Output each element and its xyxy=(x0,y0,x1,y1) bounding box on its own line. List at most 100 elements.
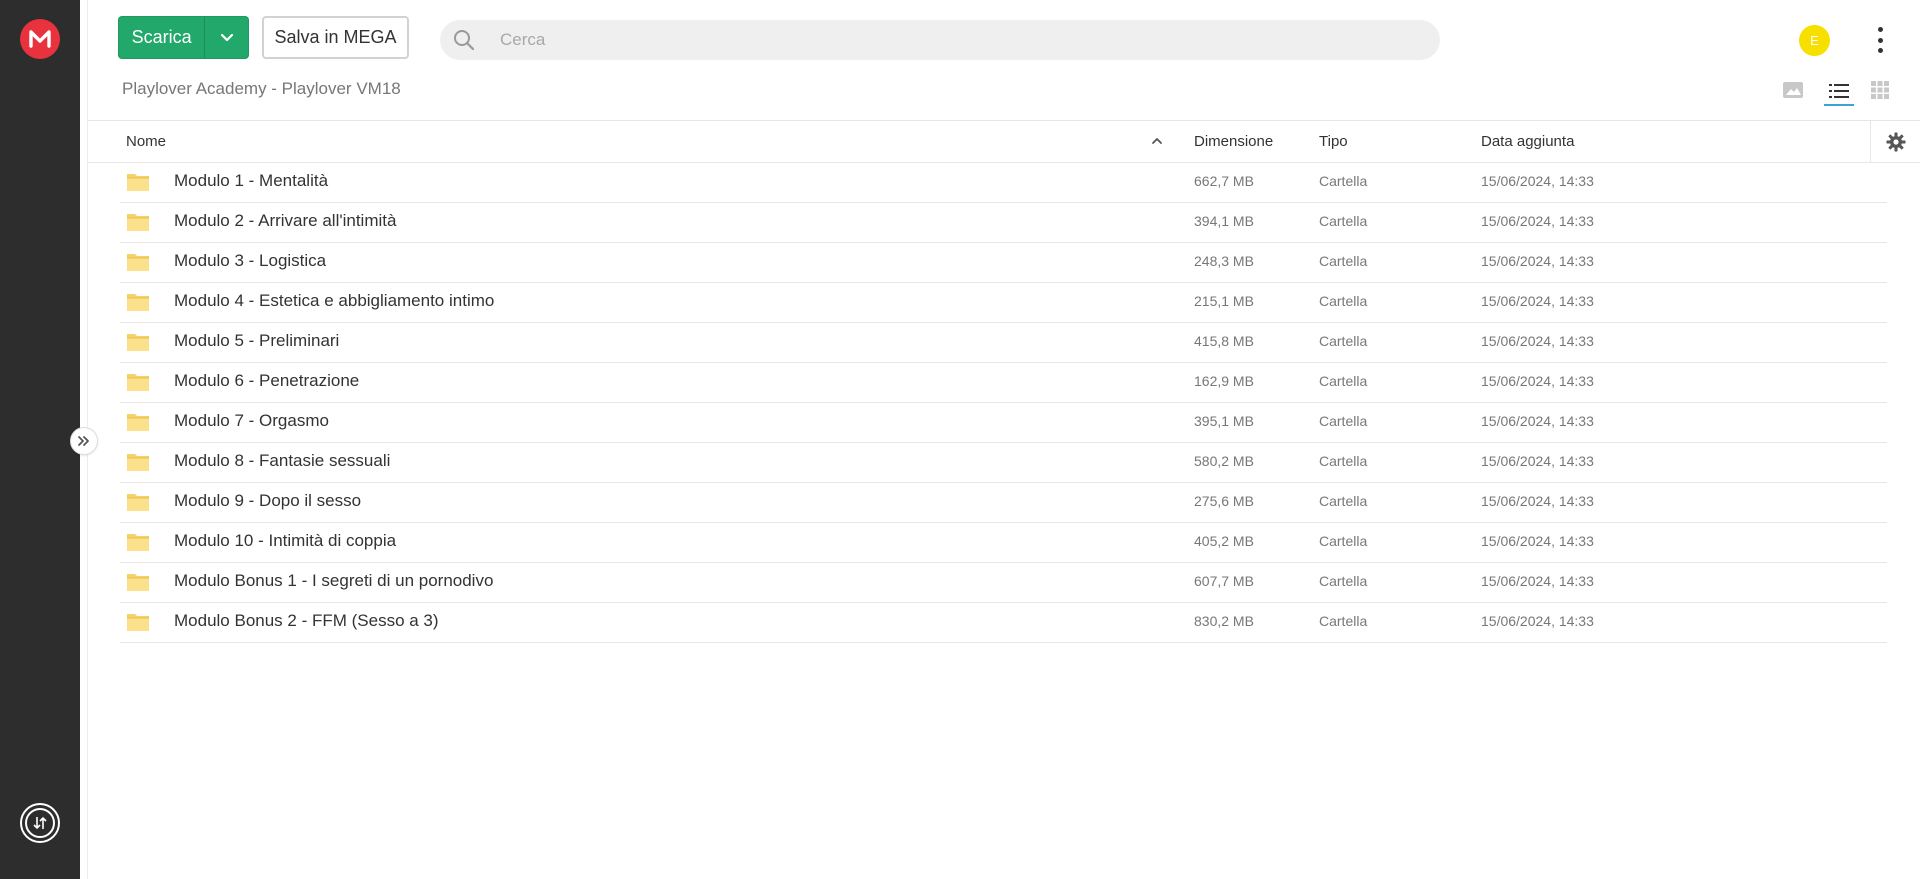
download-button-group: Scarica xyxy=(118,16,249,59)
row-size: 415,8 MB xyxy=(1194,333,1254,349)
row-date: 15/06/2024, 14:33 xyxy=(1481,573,1594,589)
sort-ascending-icon[interactable] xyxy=(1151,136,1163,145)
search-icon xyxy=(454,30,475,51)
table-row[interactable]: Modulo 3 - Logistica 248,3 MB Cartella 1… xyxy=(120,243,1887,283)
folder-icon xyxy=(127,294,149,311)
row-size: 248,3 MB xyxy=(1194,253,1254,269)
row-date: 15/06/2024, 14:33 xyxy=(1481,213,1594,229)
row-date: 15/06/2024, 14:33 xyxy=(1481,533,1594,549)
row-type: Cartella xyxy=(1319,213,1368,229)
row-date: 15/06/2024, 14:33 xyxy=(1481,413,1594,429)
row-date: 15/06/2024, 14:33 xyxy=(1481,493,1594,509)
row-size: 275,6 MB xyxy=(1194,493,1254,509)
row-date: 15/06/2024, 14:33 xyxy=(1481,293,1594,309)
row-type: Cartella xyxy=(1319,573,1368,589)
folder-icon xyxy=(127,254,149,271)
row-size: 394,1 MB xyxy=(1194,213,1254,229)
row-name: Modulo 9 - Dopo il sesso xyxy=(174,491,362,510)
transfer-manager-button[interactable] xyxy=(20,803,60,843)
chevron-down-icon xyxy=(220,33,233,41)
row-type: Cartella xyxy=(1319,413,1368,429)
row-type: Cartella xyxy=(1319,293,1368,309)
table-row[interactable]: Modulo 6 - Penetrazione 162,9 MB Cartell… xyxy=(120,363,1887,403)
folder-icon xyxy=(127,574,149,591)
folder-icon xyxy=(127,494,149,511)
row-type: Cartella xyxy=(1319,333,1368,349)
row-size: 662,7 MB xyxy=(1194,173,1254,189)
row-size: 607,7 MB xyxy=(1194,573,1254,589)
table-row[interactable]: Modulo 5 - Preliminari 415,8 MB Cartella… xyxy=(120,323,1887,363)
row-name: Modulo Bonus 2 - FFM (Sesso a 3) xyxy=(174,611,439,630)
search-bar[interactable] xyxy=(440,20,1440,60)
row-name: Modulo 6 - Penetrazione xyxy=(174,371,360,390)
row-type: Cartella xyxy=(1319,453,1368,469)
table-row[interactable]: Modulo 8 - Fantasie sessuali 580,2 MB Ca… xyxy=(120,443,1887,483)
avatar[interactable]: E xyxy=(1799,25,1830,56)
row-name: Modulo 2 - Arrivare all'intimità xyxy=(174,211,397,230)
folder-icon xyxy=(127,214,149,231)
folder-icon xyxy=(127,334,149,351)
transfer-arrows-icon xyxy=(25,808,55,838)
table-header: Nome Dimensione Tipo Data aggiunta xyxy=(88,120,1920,163)
folder-icon xyxy=(127,454,149,471)
row-name: Modulo 8 - Fantasie sessuali xyxy=(174,451,391,470)
row-name: Modulo 4 - Estetica e abbigliamento inti… xyxy=(174,291,495,310)
row-type: Cartella xyxy=(1319,493,1368,509)
row-size: 162,9 MB xyxy=(1194,373,1254,389)
download-options-button[interactable] xyxy=(204,17,248,58)
row-name: Modulo 10 - Intimità di coppia xyxy=(174,531,397,550)
file-list: Modulo 1 - Mentalità 662,7 MB Cartella 1… xyxy=(120,163,1887,643)
row-type: Cartella xyxy=(1319,253,1368,269)
row-date: 15/06/2024, 14:33 xyxy=(1481,253,1594,269)
row-type: Cartella xyxy=(1319,533,1368,549)
mega-logo-icon[interactable] xyxy=(20,19,60,59)
row-type: Cartella xyxy=(1319,373,1368,389)
column-header-size[interactable]: Dimensione xyxy=(1194,133,1273,150)
breadcrumb: Playlover Academy - Playlover VM18 xyxy=(122,79,401,98)
expand-sidebar-button[interactable] xyxy=(70,427,98,455)
row-type: Cartella xyxy=(1319,613,1368,629)
double-chevron-right-icon xyxy=(78,436,89,446)
column-settings-button[interactable] xyxy=(1870,121,1920,163)
table-row[interactable]: Modulo 9 - Dopo il sesso 275,6 MB Cartel… xyxy=(120,483,1887,523)
table-row[interactable]: Modulo Bonus 1 - I segreti di un pornodi… xyxy=(120,563,1887,603)
table-row[interactable]: Modulo 2 - Arrivare all'intimità 394,1 M… xyxy=(120,203,1887,243)
save-to-mega-button[interactable]: Salva in MEGA xyxy=(262,16,409,59)
row-type: Cartella xyxy=(1319,173,1368,189)
row-date: 15/06/2024, 14:33 xyxy=(1481,333,1594,349)
column-header-name[interactable]: Nome xyxy=(126,133,166,150)
table-row[interactable]: Modulo Bonus 2 - FFM (Sesso a 3) 830,2 M… xyxy=(120,603,1887,643)
photo-view-icon[interactable] xyxy=(1782,80,1804,105)
row-size: 580,2 MB xyxy=(1194,453,1254,469)
table-row[interactable]: Modulo 10 - Intimità di coppia 405,2 MB … xyxy=(120,523,1887,563)
folder-icon xyxy=(127,534,149,551)
row-size: 405,2 MB xyxy=(1194,533,1254,549)
row-size: 830,2 MB xyxy=(1194,613,1254,629)
row-date: 15/06/2024, 14:33 xyxy=(1481,173,1594,189)
row-size: 395,1 MB xyxy=(1194,413,1254,429)
left-rail xyxy=(0,0,80,879)
table-row[interactable]: Modulo 7 - Orgasmo 395,1 MB Cartella 15/… xyxy=(120,403,1887,443)
gear-icon xyxy=(1886,132,1905,152)
row-name: Modulo 1 - Mentalità xyxy=(174,171,329,190)
table-row[interactable]: Modulo 4 - Estetica e abbigliamento inti… xyxy=(120,283,1887,323)
folder-icon xyxy=(127,174,149,191)
row-date: 15/06/2024, 14:33 xyxy=(1481,613,1594,629)
row-name: Modulo Bonus 1 - I segreti di un pornodi… xyxy=(174,571,494,590)
search-input[interactable] xyxy=(500,30,1400,50)
row-size: 215,1 MB xyxy=(1194,293,1254,309)
list-view-icon[interactable] xyxy=(1824,78,1854,106)
row-name: Modulo 5 - Preliminari xyxy=(174,331,340,350)
row-name: Modulo 7 - Orgasmo xyxy=(174,411,329,430)
folder-icon xyxy=(127,414,149,431)
column-header-date[interactable]: Data aggiunta xyxy=(1481,133,1574,150)
grid-view-icon[interactable] xyxy=(1870,80,1890,105)
column-header-type[interactable]: Tipo xyxy=(1319,133,1348,150)
more-menu-icon[interactable] xyxy=(1874,27,1886,53)
download-button[interactable]: Scarica xyxy=(119,17,204,58)
folder-icon xyxy=(127,614,149,631)
table-row[interactable]: Modulo 1 - Mentalità 662,7 MB Cartella 1… xyxy=(120,163,1887,203)
row-name: Modulo 3 - Logistica xyxy=(174,251,327,270)
folder-icon xyxy=(127,374,149,391)
row-date: 15/06/2024, 14:33 xyxy=(1481,373,1594,389)
